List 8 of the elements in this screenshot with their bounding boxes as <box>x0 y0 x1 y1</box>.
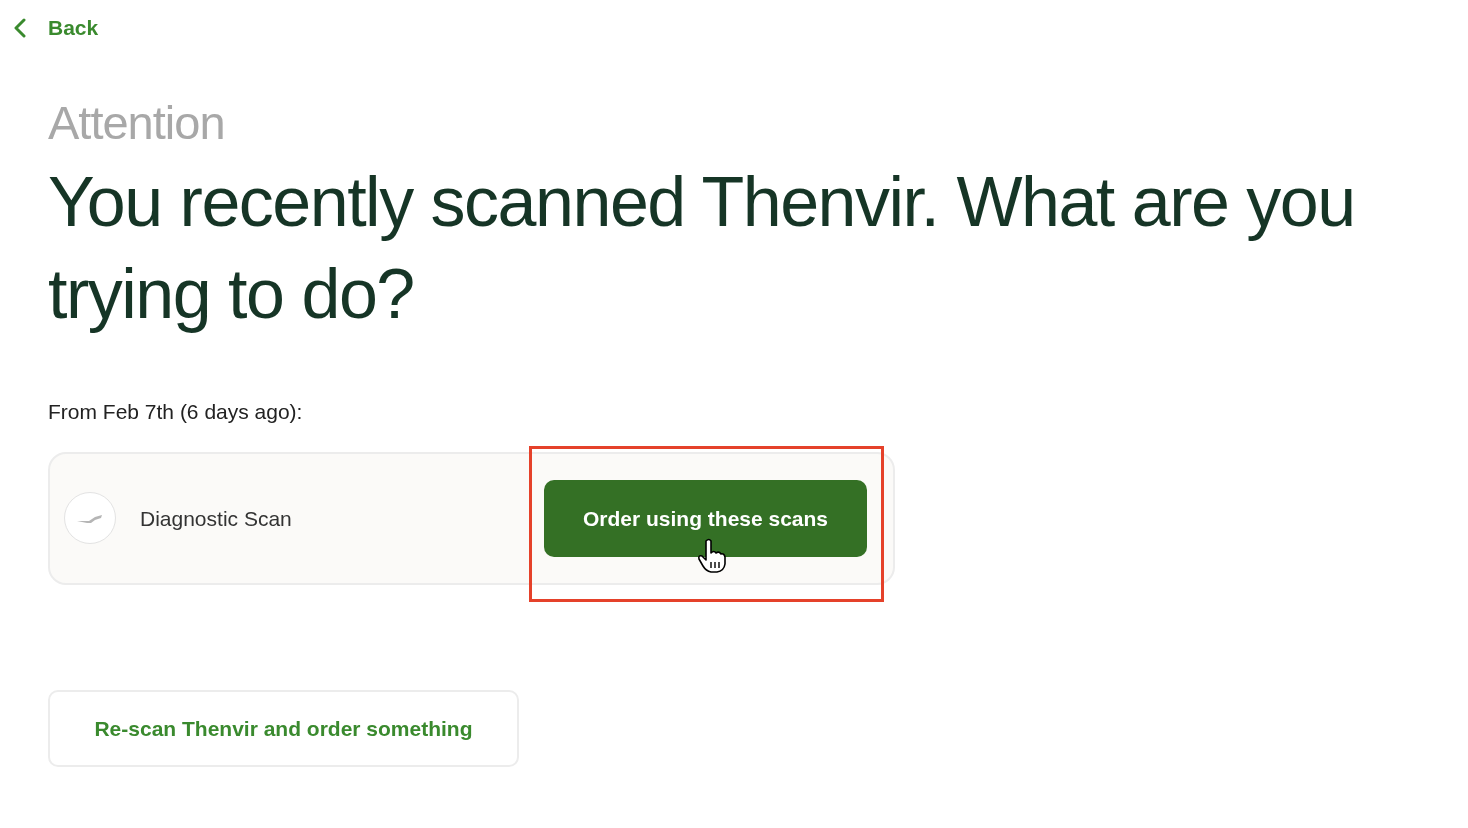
group-label: From Feb 7th (6 days ago): <box>48 399 304 426</box>
eyebrow-title: Attention <box>48 96 226 149</box>
scan-name: Diagnostic Scan <box>140 505 292 532</box>
back-chevron-icon <box>14 17 26 38</box>
rescan-button[interactable]: Re-scan Thenvir and order something <box>48 689 519 767</box>
page-headline: You recently scanned Thenvir. What are you trying to do? <box>48 162 1356 336</box>
order-button[interactable]: Order using these scans <box>544 479 867 557</box>
back-link[interactable]: Back <box>14 12 99 44</box>
